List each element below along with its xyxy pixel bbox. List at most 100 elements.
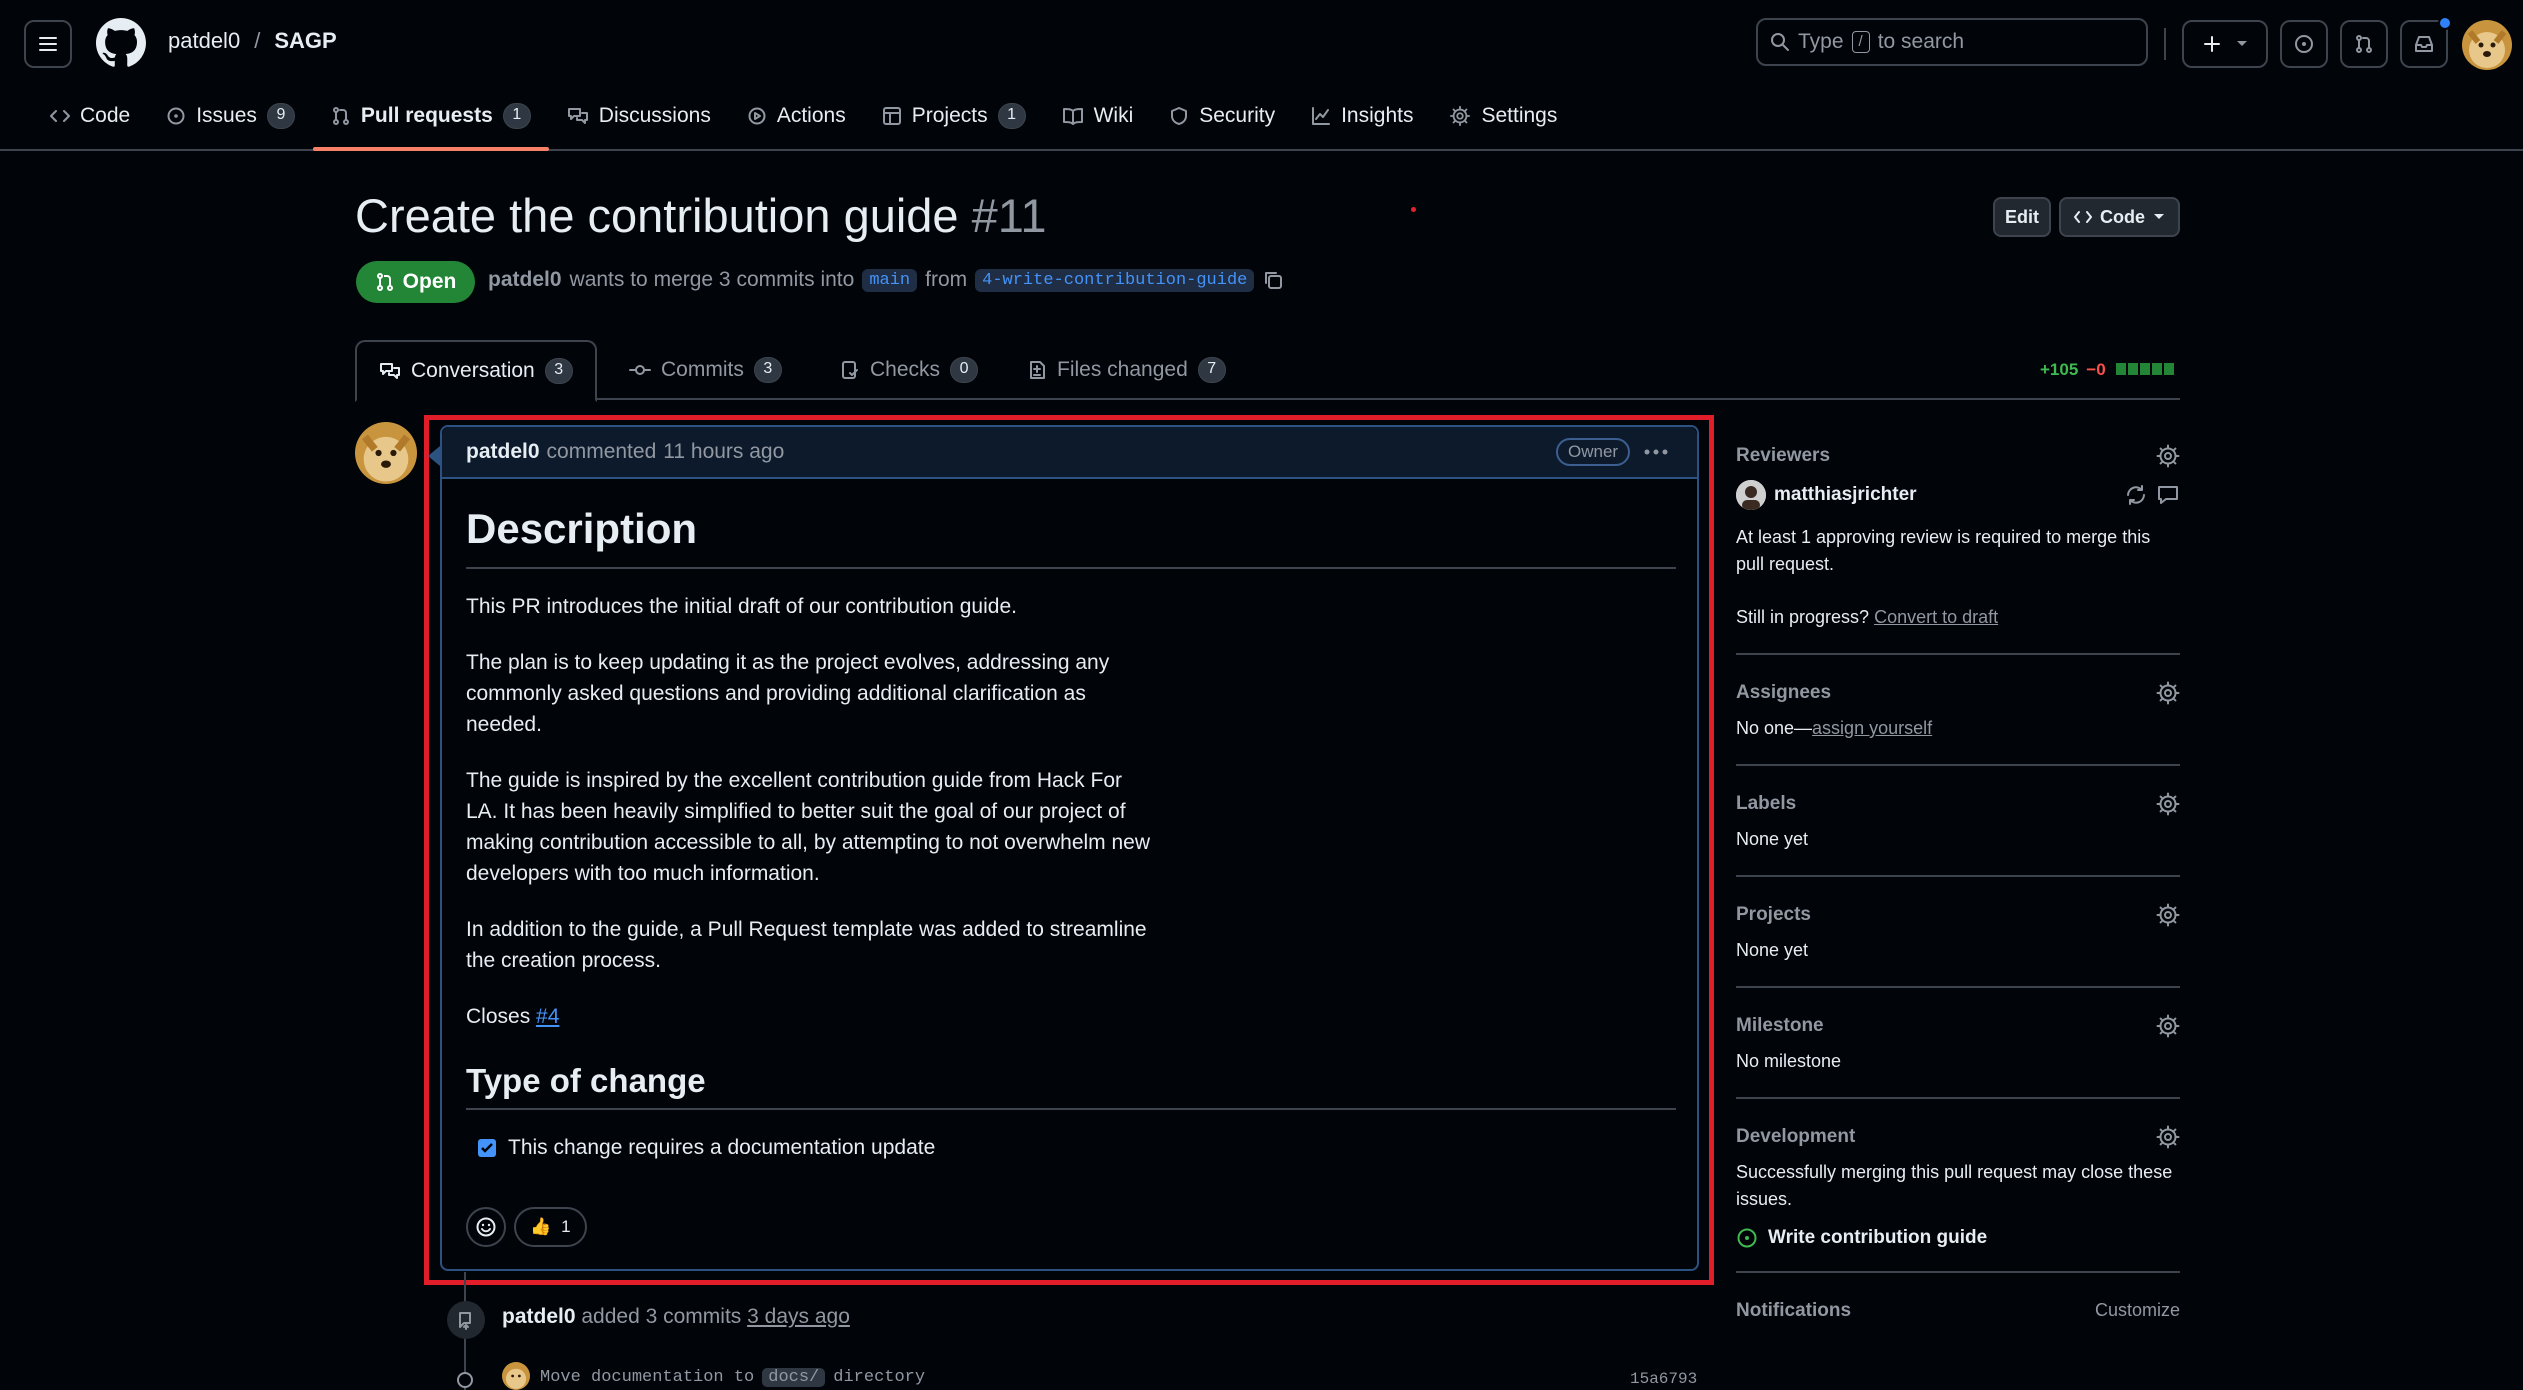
cursor-marker	[1411, 207, 1416, 212]
head-branch[interactable]: 4-write-contribution-guide	[975, 268, 1255, 292]
search-shortcut-key: /	[1851, 31, 1870, 53]
pr-icon	[376, 273, 393, 291]
pr-number: #11	[971, 189, 1047, 242]
breadcrumb: patdel0 / SAGP	[168, 28, 337, 54]
notifications-section: Notifications Customize	[1736, 1295, 2180, 1335]
user-avatar[interactable]	[2462, 20, 2512, 70]
development-note: Successfully merging this pull request m…	[1736, 1162, 2173, 1209]
tab-discussions[interactable]: Discussions	[549, 96, 729, 136]
tab-insights[interactable]: Insights	[1293, 96, 1431, 136]
thumbs-up-reaction[interactable]: 👍 1	[514, 1207, 587, 1247]
paragraph-2: The plan is to keep updating it as the p…	[466, 651, 1110, 736]
tab-security[interactable]: Security	[1151, 96, 1293, 136]
re-request-review-icon[interactable]	[2124, 483, 2148, 507]
tab-actions[interactable]: Actions	[729, 96, 864, 136]
commit-message-pre: Move documentation to	[540, 1368, 755, 1387]
reviewer-item[interactable]: matthiasjrichter	[1736, 480, 2180, 510]
task-checkbox[interactable]	[478, 1139, 496, 1157]
event-time[interactable]: 3 days ago	[747, 1305, 850, 1328]
repo-nav: Code Issues 9 Pull requests 1 Discussion…	[32, 96, 1575, 151]
pull-requests-count: 1	[502, 103, 531, 129]
event-author[interactable]: patdel0	[502, 1305, 576, 1328]
projects-section: Projects None yet	[1736, 899, 2180, 988]
pr-title: Create the contribution guide #11	[355, 188, 1047, 243]
commits-count: 3	[753, 357, 782, 383]
tab-actions-label: Actions	[776, 104, 846, 127]
paragraph-3: The guide is inspired by the excellent c…	[466, 769, 1151, 885]
issue-icon	[167, 107, 185, 125]
closes-issue-link[interactable]: #4	[536, 1005, 559, 1028]
pr-author-link[interactable]: patdel0	[488, 268, 562, 292]
create-new-button[interactable]	[2182, 20, 2268, 68]
commenter-avatar[interactable]	[355, 422, 417, 484]
assign-yourself-link[interactable]: assign yourself	[1812, 718, 1932, 738]
pr-description-comment: patdel0 commented 11 hours ago Owner Des…	[440, 425, 1699, 1271]
development-section: Development Successfully merging this pu…	[1736, 1121, 2180, 1273]
github-logo-icon[interactable]	[96, 18, 146, 68]
pr-icon	[332, 107, 349, 125]
gear-icon	[1450, 105, 1471, 127]
check-icon	[481, 1143, 493, 1153]
table-icon	[882, 107, 901, 125]
kebab-menu-icon[interactable]	[1642, 440, 1670, 464]
tab-checks[interactable]: Checks 0	[818, 340, 1000, 400]
review-requirement-note: At least 1 approving review is required …	[1736, 527, 2151, 574]
labels-gear-icon[interactable]	[2156, 792, 2180, 816]
reviewers-title: Reviewers	[1736, 445, 1831, 466]
tab-issues[interactable]: Issues 9	[148, 96, 313, 136]
commit-message[interactable]: Move documentation to docs/ directory	[540, 1368, 925, 1387]
paragraph-4: In addition to the guide, a Pull Request…	[466, 918, 1147, 972]
projects-title: Projects	[1736, 904, 1811, 925]
diffstat-deletions: −0	[2086, 360, 2106, 379]
search-icon	[1771, 33, 1789, 51]
tab-projects[interactable]: Projects 1	[864, 96, 1044, 136]
your-issues-button[interactable]	[2280, 20, 2328, 68]
tab-files-changed[interactable]: Files changed 7	[1005, 340, 1248, 400]
comment-author[interactable]: patdel0	[466, 440, 540, 464]
customize-notifications-link[interactable]: Customize	[2095, 1300, 2180, 1321]
pr-title-text: Create the contribution guide	[355, 189, 959, 242]
checks-count: 0	[950, 357, 979, 383]
convert-to-draft-link[interactable]: Convert to draft	[1874, 607, 1998, 627]
milestone-gear-icon[interactable]	[2156, 1014, 2180, 1038]
search-placeholder-post: to search	[1877, 30, 1965, 53]
pr-meta-text: wants to merge 3 commits into	[569, 268, 855, 291]
tab-commits[interactable]: Commits 3	[607, 340, 804, 400]
add-reaction-button[interactable]	[466, 1207, 506, 1247]
copy-icon[interactable]	[1262, 269, 1284, 291]
tab-conversation[interactable]: Conversation 3	[355, 340, 597, 402]
reviewers-gear-icon[interactable]	[2156, 444, 2180, 468]
hamburger-menu-button[interactable]	[24, 20, 72, 68]
owner-link[interactable]: patdel0	[168, 28, 240, 54]
tab-settings[interactable]: Settings	[1431, 96, 1575, 136]
development-gear-icon[interactable]	[2156, 1125, 2180, 1149]
draft-prompt: Still in progress?	[1736, 607, 1870, 627]
labels-value: None yet	[1736, 829, 1809, 849]
commit-sha[interactable]: 15a6793	[1630, 1370, 1697, 1388]
edit-title-button[interactable]: Edit	[1993, 197, 2051, 237]
tab-code[interactable]: Code	[32, 96, 148, 136]
repo-push-icon	[447, 1301, 485, 1339]
base-branch[interactable]: main	[862, 268, 918, 292]
task-label: This change requires a documentation upd…	[508, 1136, 936, 1159]
tab-wiki[interactable]: Wiki	[1044, 96, 1152, 136]
search-input[interactable]: Type / to search	[1756, 18, 2148, 66]
comment-time[interactable]: 11 hours ago	[663, 440, 784, 464]
projects-gear-icon[interactable]	[2156, 903, 2180, 927]
assignees-none: No one—	[1736, 718, 1813, 738]
code-dropdown-button[interactable]: Code	[2059, 197, 2180, 237]
linked-issue-title: Write contribution guide	[1768, 1227, 1988, 1248]
assignees-gear-icon[interactable]	[2156, 681, 2180, 705]
tab-issues-label: Issues	[196, 104, 257, 127]
comment-pointer	[428, 446, 440, 466]
tab-pull-requests[interactable]: Pull requests 1	[312, 96, 549, 151]
conversation-count: 3	[544, 358, 573, 384]
commit-author-avatar[interactable]	[502, 1362, 530, 1390]
shield-icon	[1171, 107, 1188, 125]
repo-link[interactable]: SAGP	[274, 28, 336, 54]
your-pull-requests-button[interactable]	[2340, 20, 2388, 68]
reaction-count: 1	[561, 1217, 571, 1236]
reviewer-name: matthiasjrichter	[1774, 484, 1917, 505]
linked-issue[interactable]: Write contribution guide	[1736, 1227, 2180, 1249]
tab-files-changed-label: Files changed	[1057, 358, 1188, 381]
